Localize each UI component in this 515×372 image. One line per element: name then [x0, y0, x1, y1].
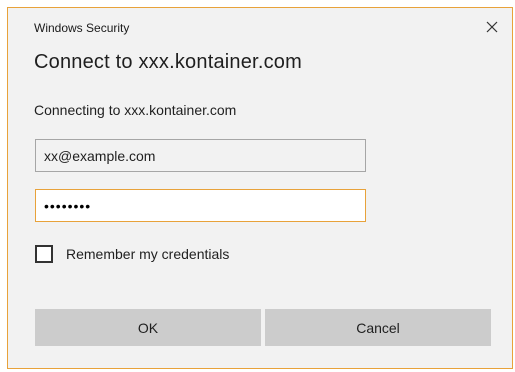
close-button[interactable]: [478, 14, 506, 40]
close-icon: [486, 21, 498, 33]
remember-credentials-option[interactable]: Remember my credentials: [35, 245, 229, 263]
dialog-heading: Connect to xxx.kontainer.com: [34, 51, 302, 73]
credential-dialog: Windows Security Connect to xxx.kontaine…: [7, 7, 513, 369]
ok-button[interactable]: OK: [35, 309, 261, 346]
remember-credentials-checkbox[interactable]: [35, 245, 53, 263]
remember-credentials-label: Remember my credentials: [66, 246, 230, 262]
window-title: Windows Security: [34, 21, 130, 35]
username-field[interactable]: [35, 139, 366, 172]
password-field[interactable]: [35, 189, 366, 222]
dialog-message: Connecting to xxx.kontainer.com: [34, 102, 237, 118]
cancel-button[interactable]: Cancel: [265, 309, 491, 346]
